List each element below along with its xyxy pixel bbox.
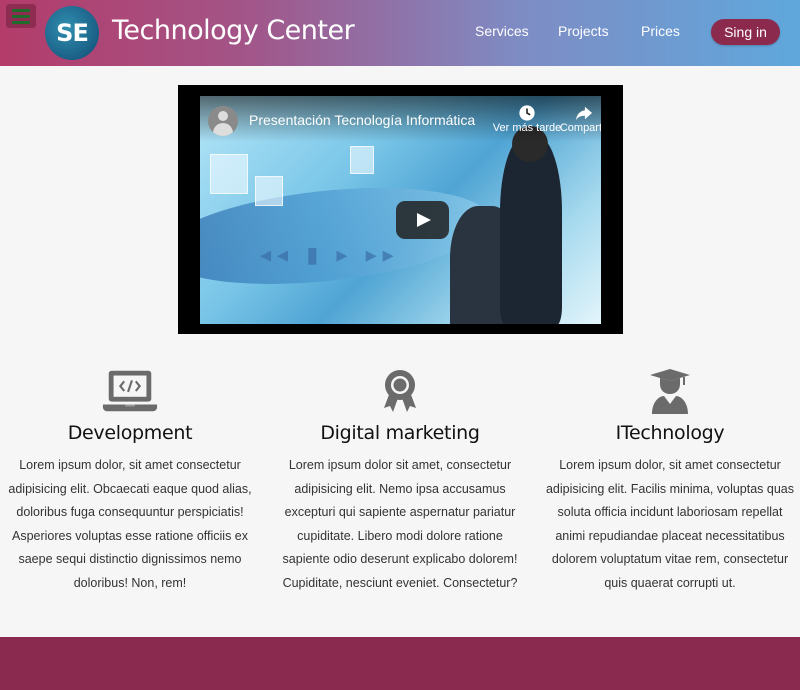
video-embed[interactable]: ◂◂ ▮ ▸ ▸▸ Presentación Tecnología Inform… — [178, 85, 623, 334]
laptop-code-icon — [102, 370, 158, 412]
watch-later-button[interactable]: Ver más tarde — [492, 104, 562, 134]
feature-title: Digital marketing — [320, 422, 480, 444]
nav-projects[interactable]: Projects — [558, 23, 609, 39]
feature-digital-marketing: Digital marketing Lorem ipsum dolor sit … — [272, 368, 528, 596]
decorative-media-controls: ◂◂ ▮ ▸ ▸▸ — [260, 242, 400, 267]
award-ribbon-icon — [384, 370, 416, 412]
feature-itechnology: ITechnology Lorem ipsum dolor, sit amet … — [542, 368, 798, 596]
feature-text: Lorem ipsum dolor, sit amet consectetur … — [8, 458, 252, 590]
site-footer — [0, 637, 800, 690]
video-thumbnail[interactable]: ◂◂ ▮ ▸ ▸▸ Presentación Tecnología Inform… — [200, 96, 601, 324]
site-header: SE Technology Center Services Projects P… — [0, 0, 800, 66]
hamburger-menu-icon[interactable] — [6, 4, 36, 28]
brand-title[interactable]: Technology Center — [112, 15, 355, 46]
signin-button[interactable]: Sing in — [711, 19, 780, 45]
graduate-user-icon — [650, 369, 690, 414]
share-icon — [575, 106, 593, 121]
channel-avatar[interactable] — [208, 106, 238, 136]
watch-later-label: Ver más tarde — [492, 122, 562, 134]
nav-services[interactable]: Services — [475, 23, 529, 39]
play-button[interactable] — [396, 201, 449, 239]
feature-development: Development Lorem ipsum dolor, sit amet … — [2, 368, 258, 596]
feature-text: Lorem ipsum dolor sit amet, consectetur … — [282, 458, 518, 590]
logo[interactable]: SE — [45, 6, 99, 60]
share-button[interactable]: Compartir — [556, 104, 601, 134]
feature-title: ITechnology — [615, 422, 725, 444]
feature-text: Lorem ipsum dolor, sit amet consectetur … — [545, 458, 795, 590]
clock-icon — [519, 105, 535, 121]
feature-title: Development — [67, 422, 193, 444]
nav-prices[interactable]: Prices — [641, 23, 680, 39]
video-title[interactable]: Presentación Tecnología Informática — [249, 112, 475, 128]
share-label: Compartir — [559, 122, 601, 134]
